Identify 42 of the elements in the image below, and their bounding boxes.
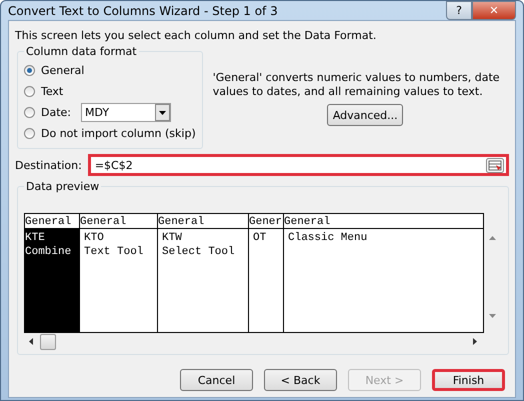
scroll-left-icon[interactable]: [28, 337, 34, 346]
advanced-button[interactable]: Advanced...: [327, 104, 404, 126]
preview-cell-text: Select Tool: [162, 245, 236, 259]
dialog-button[interactable]: Finish: [432, 369, 505, 391]
help-button[interactable]: ?: [446, 1, 472, 20]
preview-cell-text: KTO: [84, 231, 105, 245]
column-header[interactable]: General: [284, 214, 483, 229]
scroll-up-icon[interactable]: [488, 235, 497, 241]
preview-cell-text: KTE: [25, 231, 46, 245]
radio-button[interactable]: [24, 128, 35, 139]
column-header[interactable]: Gener: [249, 214, 283, 229]
preview-cell-text: Text Tool: [84, 245, 144, 259]
dropdown-value: MDY: [85, 106, 110, 119]
group-title: Data preview: [25, 180, 100, 193]
intro-text: This screen lets you select each column and set the Data Format.: [15, 29, 378, 42]
column-header[interactable]: General: [25, 214, 79, 229]
dialog-button[interactable]: < Back: [264, 369, 337, 391]
group-title: Column data format: [25, 45, 138, 58]
destination-field[interactable]: =$C$2: [88, 154, 509, 176]
destination-label: Destination:: [15, 158, 82, 172]
description-text: 'General' converts numeric values to numbers, date values to dates, and all remaining values to text.: [212, 71, 501, 99]
preview-cell-text: Classic Menu: [288, 231, 368, 245]
caret-icon[interactable]: [155, 104, 170, 121]
range-picker-icon[interactable]: [486, 158, 504, 172]
radio-button[interactable]: [24, 107, 35, 118]
window-title: Convert Text to Columns Wizard - Step 1 of 3: [8, 4, 278, 18]
option-label[interactable]: Text: [41, 85, 64, 98]
option-label[interactable]: Date:: [41, 106, 71, 119]
scroll-thumb[interactable]: [40, 334, 56, 350]
preview-cell-text: Combine: [25, 245, 72, 259]
column-header[interactable]: General: [158, 214, 248, 229]
radio-button[interactable]: [24, 86, 35, 97]
column-header[interactable]: General: [80, 214, 157, 229]
dialog-button[interactable]: Cancel: [180, 369, 253, 391]
preview-cell-text: KTW: [162, 231, 183, 245]
radio-button[interactable]: [24, 65, 35, 76]
scroll-right-icon[interactable]: [472, 337, 478, 346]
date-format-dropdown[interactable]: MDY: [81, 103, 171, 122]
option-label[interactable]: General: [41, 64, 84, 77]
scroll-down-icon[interactable]: [488, 313, 497, 319]
preview-cell-text: OT: [253, 231, 268, 245]
option-label[interactable]: Do not import column (skip): [41, 127, 196, 140]
